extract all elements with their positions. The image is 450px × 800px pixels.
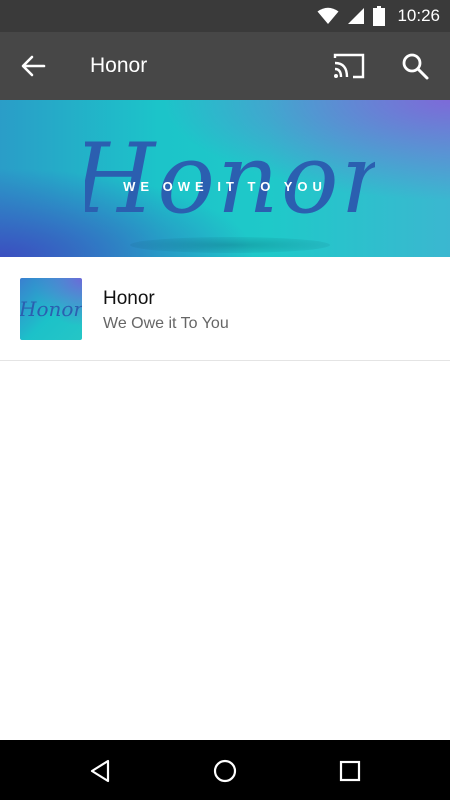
- back-arrow-icon[interactable]: [18, 51, 48, 81]
- thumbnail-script-logo: Honor: [20, 297, 82, 321]
- cast-icon[interactable]: [333, 52, 365, 80]
- navigation-bar: [0, 740, 450, 800]
- banner-script-logo: Honor: [85, 123, 375, 235]
- series-thumbnail: Honor: [20, 278, 82, 340]
- banner-tagline: WE OWE IT TO YOU: [123, 179, 327, 194]
- app-bar: Honor: [0, 32, 450, 100]
- cell-signal-icon: [348, 8, 365, 24]
- battery-icon: [373, 6, 386, 26]
- page-title: Honor: [90, 54, 148, 77]
- search-icon[interactable]: [400, 51, 430, 81]
- list-item[interactable]: Honor Honor We Owe it To You: [0, 257, 450, 361]
- status-icons: 10:26: [317, 6, 440, 26]
- series-banner: Honor WE OWE IT TO YOU: [0, 100, 450, 257]
- list-item-title: Honor: [103, 288, 155, 309]
- thumbnail-script-text: Honor: [20, 297, 82, 321]
- status-time: 10:26: [397, 6, 440, 25]
- recents-square-icon[interactable]: [335, 756, 365, 786]
- wifi-icon: [317, 7, 339, 24]
- list-item-subtitle: We Owe it To You: [103, 315, 229, 332]
- status-bar: 10:26: [0, 0, 450, 32]
- home-circle-icon[interactable]: [210, 756, 240, 786]
- back-triangle-icon[interactable]: [86, 756, 116, 786]
